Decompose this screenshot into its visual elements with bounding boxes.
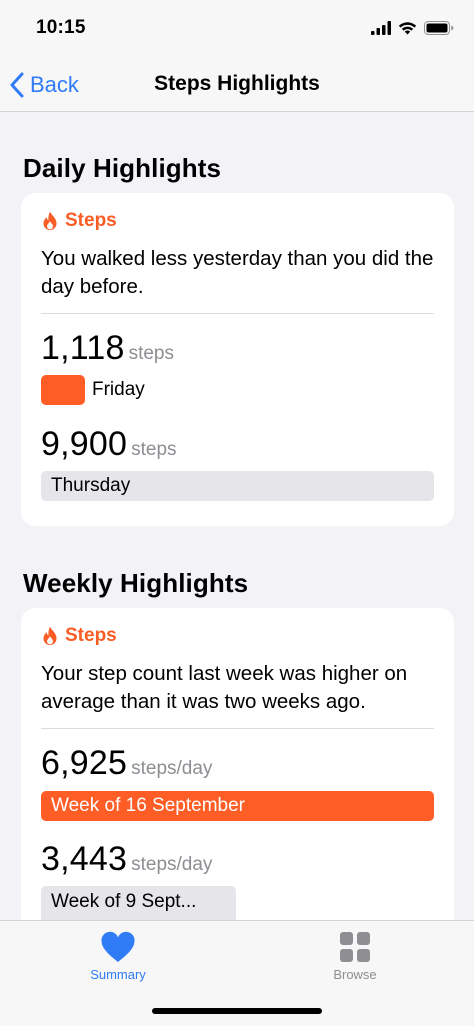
tab-summary-label: Summary [90, 967, 146, 982]
daily-description: You walked less yesterday than you did t… [41, 247, 434, 298]
weekly-section-title: Weekly Highlights [23, 568, 249, 598]
daily-category: Steps [42, 210, 117, 232]
flame-icon [43, 626, 57, 645]
daily-section-title: Daily Highlights [23, 153, 222, 183]
daily-metric-1-bar [41, 375, 85, 405]
home-indicator [152, 1008, 322, 1014]
page-title: Steps Highlights [154, 72, 320, 95]
weekly-metric-2-bar-label: Week of 9 Sept... [51, 891, 197, 912]
flame-icon [43, 211, 57, 230]
weekly-metric-1-bar-label: Week of 16 September [51, 795, 245, 816]
daily-category-label: Steps [65, 210, 117, 231]
daily-metric-1-bar-label: Friday [92, 379, 145, 400]
daily-metric-2: 9,900 steps [41, 425, 177, 464]
daily-metric-2-bar: Thursday [41, 471, 434, 501]
weekly-metric-1-value: 6,925 [41, 744, 128, 782]
daily-highlight-card[interactable]: Steps You walked less yesterday than you… [21, 193, 454, 526]
daily-metric-1-value: 1,118 [41, 329, 125, 367]
daily-divider [41, 313, 434, 314]
daily-metric-1: 1,118 steps [41, 329, 174, 368]
weekly-metric-1-bar: Week of 16 September [41, 791, 434, 821]
wifi-icon [398, 22, 417, 35]
daily-metric-2-bar-label: Thursday [51, 475, 131, 496]
tab-summary[interactable]: Summary [58, 931, 178, 982]
daily-metric-1-unit: steps [128, 343, 174, 364]
weekly-metric-2-value: 3,443 [41, 840, 128, 878]
daily-metric-2-unit: steps [131, 439, 177, 460]
status-bar: 10:15 [0, 0, 474, 60]
weekly-divider [41, 728, 434, 729]
weekly-category-label: Steps [65, 625, 117, 646]
daily-metric-2-value: 9,900 [41, 425, 128, 463]
weekly-metric-2: 3,443 steps/day [41, 840, 212, 879]
weekly-metric-1-unit: steps/day [131, 758, 213, 779]
tab-browse[interactable]: Browse [295, 931, 415, 982]
heart-icon [101, 931, 135, 962]
weekly-metric-1: 6,925 steps/day [41, 744, 212, 783]
status-time: 10:15 [36, 17, 86, 38]
weekly-metric-2-unit: steps/day [131, 854, 213, 875]
weekly-highlight-card[interactable]: Steps Your step count last week was high… [21, 608, 454, 948]
tab-browse-label: Browse [333, 967, 377, 982]
status-icons [371, 20, 454, 36]
screen: 10:15 Back Steps Highlights Daily Highli… [0, 0, 474, 1026]
battery-icon [424, 21, 454, 35]
grid-icon [340, 932, 370, 962]
weekly-description: Your step count last week was higher on … [41, 662, 408, 713]
nav-bar: Back Steps Highlights [0, 60, 474, 112]
weekly-category: Steps [42, 625, 117, 647]
signal-icon [371, 21, 391, 35]
